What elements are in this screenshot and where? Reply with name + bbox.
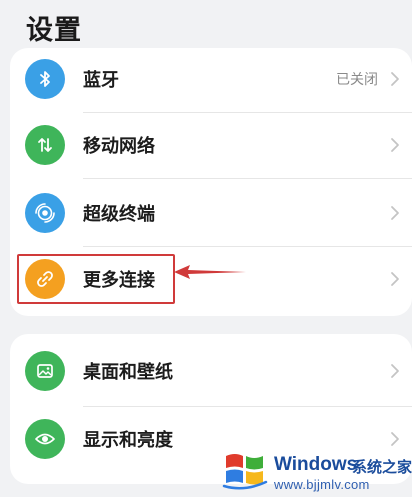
chevron-right-icon [391, 138, 399, 152]
chevron-right-icon [391, 206, 399, 220]
settings-item-label: 显示和亮度 [83, 430, 173, 450]
super-device-icon [25, 193, 65, 233]
eye-icon [25, 419, 65, 459]
bluetooth-icon [25, 59, 65, 99]
divider [83, 178, 412, 179]
bluetooth-status: 已关闭 [336, 71, 378, 87]
chevron-right-icon [391, 364, 399, 378]
wallpaper-icon [25, 351, 65, 391]
windows-logo-icon [222, 454, 268, 490]
settings-item-label: 桌面和壁纸 [83, 362, 173, 382]
chevron-right-icon [391, 72, 399, 86]
settings-item-label: 移动网络 [83, 136, 155, 156]
highlight-box [17, 254, 175, 304]
page-title: 设置 [26, 15, 82, 45]
chevron-right-icon [391, 272, 399, 286]
settings-item-label: 超级终端 [83, 204, 155, 224]
watermark-url: www.bjjmlv.com [274, 477, 370, 492]
watermark: Windows 系统之家 www.bjjmlv.com [222, 446, 412, 497]
settings-screen: 设置 蓝牙 已关闭 移动网络 超级终端 更多连接 桌面和壁纸 显示和亮度 Win… [0, 0, 412, 497]
settings-item-mobile-network[interactable]: 移动网络 [10, 112, 412, 178]
settings-item-desktop-wallpaper[interactable]: 桌面和壁纸 [10, 338, 412, 404]
watermark-site-name: 系统之家 [352, 459, 412, 476]
settings-item-label: 蓝牙 [83, 70, 119, 90]
mobile-data-icon [25, 125, 65, 165]
annotation-arrow-icon [174, 265, 246, 279]
settings-item-super-device[interactable]: 超级终端 [10, 180, 412, 246]
watermark-brand: Windows [274, 454, 358, 475]
settings-item-bluetooth[interactable]: 蓝牙 已关闭 [10, 46, 412, 112]
